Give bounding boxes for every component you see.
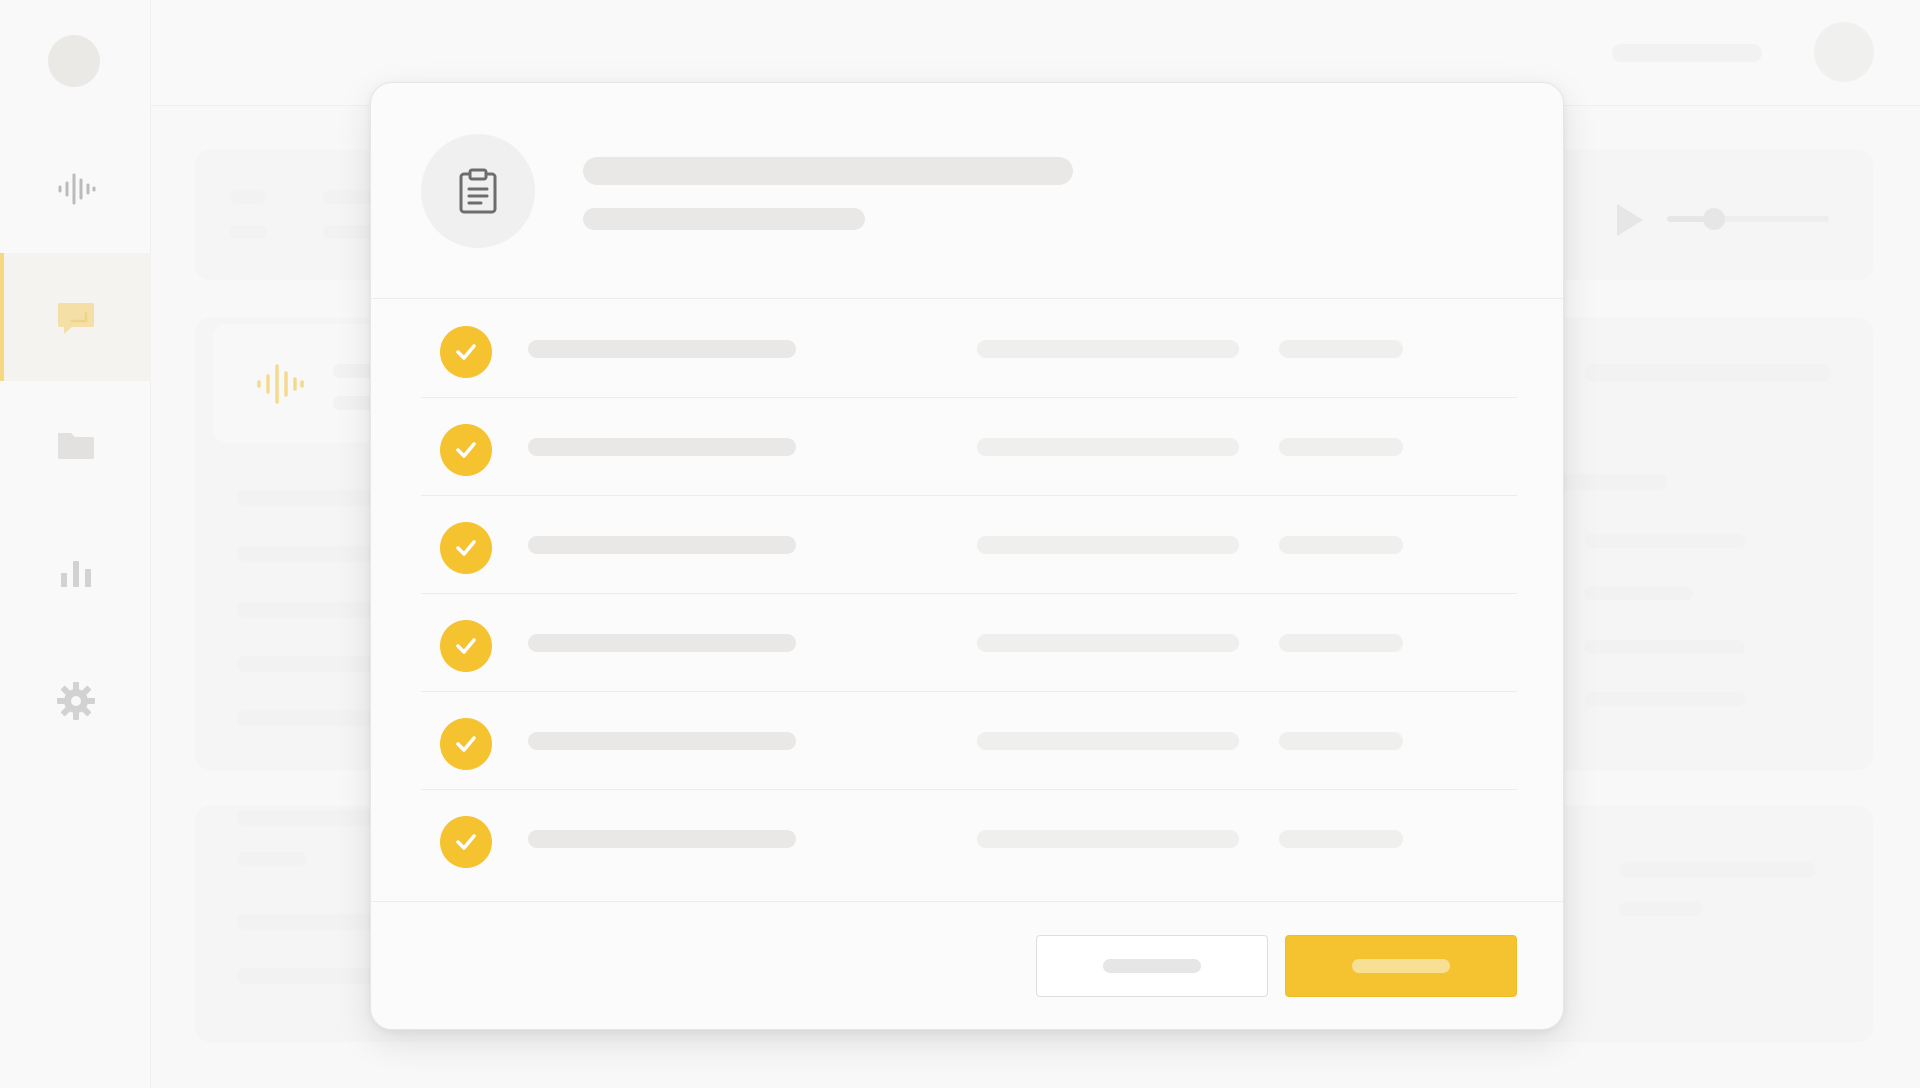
modal-subtitle xyxy=(583,208,865,230)
row-primary-text xyxy=(528,536,796,554)
row-secondary-text xyxy=(977,438,1239,456)
row-meta-text xyxy=(1279,340,1403,358)
cancel-button[interactable] xyxy=(1036,935,1268,997)
checklist-row xyxy=(421,594,1517,692)
check-circle-icon xyxy=(440,326,492,378)
clipboard-badge xyxy=(421,134,535,248)
modal-title xyxy=(583,157,1073,185)
row-meta-text xyxy=(1279,732,1403,750)
row-primary-text xyxy=(528,340,796,358)
row-meta-text xyxy=(1279,634,1403,652)
row-secondary-text xyxy=(977,634,1239,652)
confirm-button-label xyxy=(1352,959,1450,973)
clipboard-icon xyxy=(459,168,497,214)
row-meta-text xyxy=(1279,438,1403,456)
checklist-row xyxy=(421,300,1517,398)
modal-footer xyxy=(371,901,1563,1031)
row-primary-text xyxy=(528,634,796,652)
row-secondary-text xyxy=(977,732,1239,750)
cancel-button-label xyxy=(1103,959,1201,973)
checklist-row xyxy=(421,692,1517,790)
row-secondary-text xyxy=(977,830,1239,848)
confirm-button[interactable] xyxy=(1285,935,1517,997)
checklist-modal xyxy=(370,82,1564,1030)
row-primary-text xyxy=(528,830,796,848)
row-primary-text xyxy=(528,732,796,750)
modal-header xyxy=(371,83,1563,299)
check-circle-icon xyxy=(440,424,492,476)
checklist-row xyxy=(421,398,1517,496)
check-circle-icon xyxy=(440,620,492,672)
row-meta-text xyxy=(1279,830,1403,848)
check-circle-icon xyxy=(440,816,492,868)
checklist-row xyxy=(421,790,1517,888)
row-secondary-text xyxy=(977,536,1239,554)
check-circle-icon xyxy=(440,522,492,574)
row-meta-text xyxy=(1279,536,1403,554)
checklist-row xyxy=(421,496,1517,594)
row-primary-text xyxy=(528,438,796,456)
check-circle-icon xyxy=(440,718,492,770)
row-secondary-text xyxy=(977,340,1239,358)
